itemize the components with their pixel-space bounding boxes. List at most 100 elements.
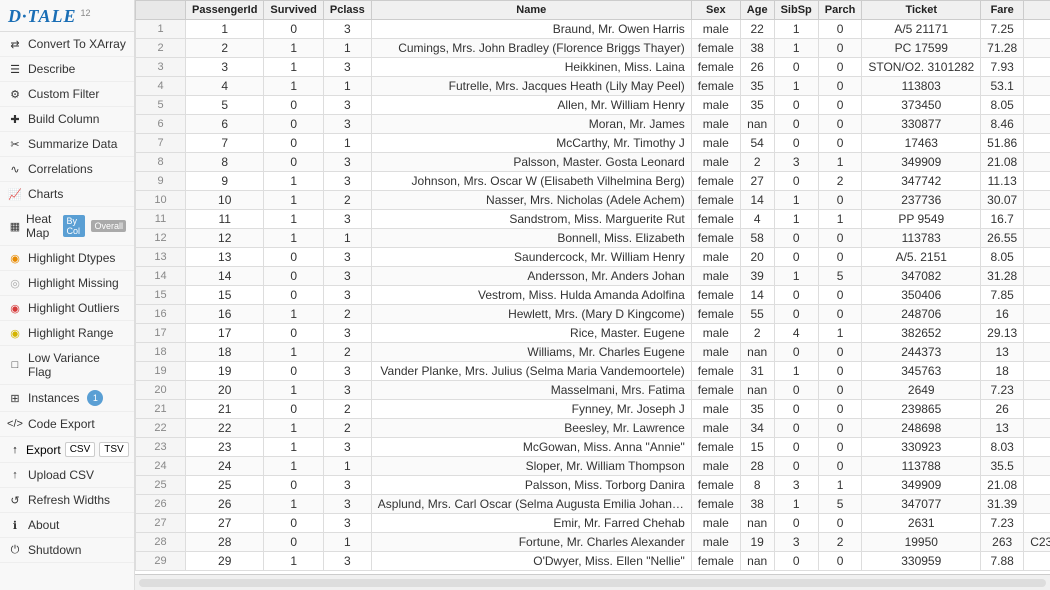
cell-pclass: 3	[323, 552, 371, 571]
cell-ticket: PP 9549	[862, 210, 981, 229]
sidebar-item-describe[interactable]: ☰ Describe	[0, 57, 134, 82]
sidebar-item-highlight-range[interactable]: ◉ Highlight Range	[0, 321, 134, 346]
cell-parch: 1	[818, 324, 862, 343]
sidebar-item-heat-map[interactable]: ▦ Heat Map By Col Overall	[0, 207, 134, 246]
cell-cabin: nan	[1024, 343, 1050, 362]
sidebar-item-build-column[interactable]: ✚ Build Column	[0, 107, 134, 132]
cell-passengerid: 9	[186, 172, 264, 191]
cell-sex: female	[691, 438, 740, 457]
table-row: 131303Saundercock, Mr. William Henrymale…	[136, 248, 1050, 267]
sidebar-item-highlight-outliers[interactable]: ◉ Highlight Outliers	[0, 296, 134, 321]
sidebar-item-upload-csv[interactable]: ↑ Upload CSV	[0, 463, 134, 488]
col-header-cabin[interactable]: Cabin	[1024, 1, 1050, 20]
cell-name: O'Dwyer, Miss. Ellen "Nellie"	[371, 552, 691, 571]
cell-sibsp: 0	[774, 381, 818, 400]
cell-sex: male	[691, 343, 740, 362]
cell-sex: female	[691, 286, 740, 305]
row-index: 19	[136, 362, 186, 381]
cell-fare: 7.88	[981, 552, 1024, 571]
cell-age: 8	[740, 476, 774, 495]
export-csv-button[interactable]: CSV	[65, 442, 96, 457]
table-row: 292913O'Dwyer, Miss. Ellen "Nellie"femal…	[136, 552, 1050, 571]
cell-ticket: 347082	[862, 267, 981, 286]
col-header-pclass[interactable]: Pclass	[323, 1, 371, 20]
cell-cabin: nan	[1024, 172, 1050, 191]
cell-survived: 0	[264, 248, 323, 267]
col-header-survived[interactable]: Survived	[264, 1, 323, 20]
col-header-ticket[interactable]: Ticket	[862, 1, 981, 20]
highlight-dtypes-icon: ◉	[8, 251, 22, 265]
cell-survived: 1	[264, 39, 323, 58]
cell-fare: 18	[981, 362, 1024, 381]
sidebar-item-code-export[interactable]: </> Code Export	[0, 412, 134, 437]
col-header-sibsp[interactable]: SibSp	[774, 1, 818, 20]
row-index: 5	[136, 96, 186, 115]
logo-text: D·TALE	[8, 6, 77, 27]
sidebar-item-instances[interactable]: ⊞ Instances 1	[0, 385, 134, 412]
cell-sibsp: 0	[774, 115, 818, 134]
sidebar-item-charts[interactable]: 📈 Charts	[0, 182, 134, 207]
cell-passengerid: 7	[186, 134, 264, 153]
cell-name: Asplund, Mrs. Carl Oscar (Selma Augusta …	[371, 495, 691, 514]
row-index: 25	[136, 476, 186, 495]
table-row: 202013Masselmani, Mrs. Fatimafemalenan00…	[136, 381, 1050, 400]
col-header-fare[interactable]: Fare	[981, 1, 1024, 20]
highlight-outliers-icon: ◉	[8, 301, 22, 315]
col-header-passengerid[interactable]: PassengerId	[186, 1, 264, 20]
sidebar-item-shutdown[interactable]: ⏻ Shutdown	[0, 538, 134, 563]
sidebar-item-highlight-missing[interactable]: ◎ Highlight Missing	[0, 271, 134, 296]
cell-age: 35	[740, 96, 774, 115]
row-index: 6	[136, 115, 186, 134]
cell-survived: 0	[264, 400, 323, 419]
sidebar-item-convert-xarray[interactable]: ⇄ Convert To XArray	[0, 32, 134, 57]
col-header-name[interactable]: Name	[371, 1, 691, 20]
cell-parch: 2	[818, 533, 862, 552]
cell-cabin: nan	[1024, 191, 1050, 210]
charts-icon: 📈	[8, 187, 22, 201]
cell-passengerid: 13	[186, 248, 264, 267]
table-row: 252503Palsson, Miss. Torborg Danirafemal…	[136, 476, 1050, 495]
cell-age: 39	[740, 267, 774, 286]
horizontal-scrollbar[interactable]	[139, 579, 1046, 587]
table-row: 111113Sandstrom, Miss. Marguerite Rutfem…	[136, 210, 1050, 229]
col-header-sex[interactable]: Sex	[691, 1, 740, 20]
cell-age: 22	[740, 20, 774, 39]
cell-pclass: 3	[323, 96, 371, 115]
cell-sex: female	[691, 172, 740, 191]
sidebar-item-refresh-widths[interactable]: ↺ Refresh Widths	[0, 488, 134, 513]
cell-ticket: STON/O2. 3101282	[862, 58, 981, 77]
export-tsv-button[interactable]: TSV	[99, 442, 128, 457]
cell-parch: 0	[818, 286, 862, 305]
cell-name: Andersson, Mr. Anders Johan	[371, 267, 691, 286]
cell-cabin: C23 C25 C27	[1024, 533, 1050, 552]
cell-parch: 1	[818, 476, 862, 495]
cell-survived: 1	[264, 419, 323, 438]
cell-parch: 0	[818, 58, 862, 77]
cell-sibsp: 1	[774, 191, 818, 210]
cell-survived: 1	[264, 343, 323, 362]
cell-sibsp: 3	[774, 476, 818, 495]
sidebar-item-custom-filter[interactable]: ⚙ Custom Filter	[0, 82, 134, 107]
cell-fare: 8.46	[981, 115, 1024, 134]
sidebar-item-highlight-dtypes[interactable]: ◉ Highlight Dtypes	[0, 246, 134, 271]
cell-survived: 0	[264, 20, 323, 39]
data-table-container[interactable]: PassengerId Survived Pclass Name Sex Age…	[135, 0, 1050, 574]
sidebar-item-summarize-data[interactable]: ✂ Summarize Data	[0, 132, 134, 157]
sidebar-item-correlations[interactable]: ∿ Correlations	[0, 157, 134, 182]
sidebar-label-code-export: Code Export	[28, 417, 95, 431]
col-header-parch[interactable]: Parch	[818, 1, 862, 20]
heat-badge-bycol: By Col	[63, 215, 85, 237]
sidebar-item-about[interactable]: ℹ About	[0, 513, 134, 538]
cell-parch: 0	[818, 115, 862, 134]
sidebar-label-highlight-dtypes: Highlight Dtypes	[28, 251, 115, 265]
cell-sex: male	[691, 248, 740, 267]
sidebar-item-low-variance[interactable]: □ Low Variance Flag	[0, 346, 134, 385]
cell-sibsp: 0	[774, 172, 818, 191]
cell-survived: 0	[264, 476, 323, 495]
col-header-age[interactable]: Age	[740, 1, 774, 20]
sidebar-item-export[interactable]: ↑ Export CSV TSV	[0, 437, 134, 463]
cell-age: 2	[740, 324, 774, 343]
row-index: 11	[136, 210, 186, 229]
cell-fare: 13	[981, 343, 1024, 362]
cell-parch: 0	[818, 96, 862, 115]
